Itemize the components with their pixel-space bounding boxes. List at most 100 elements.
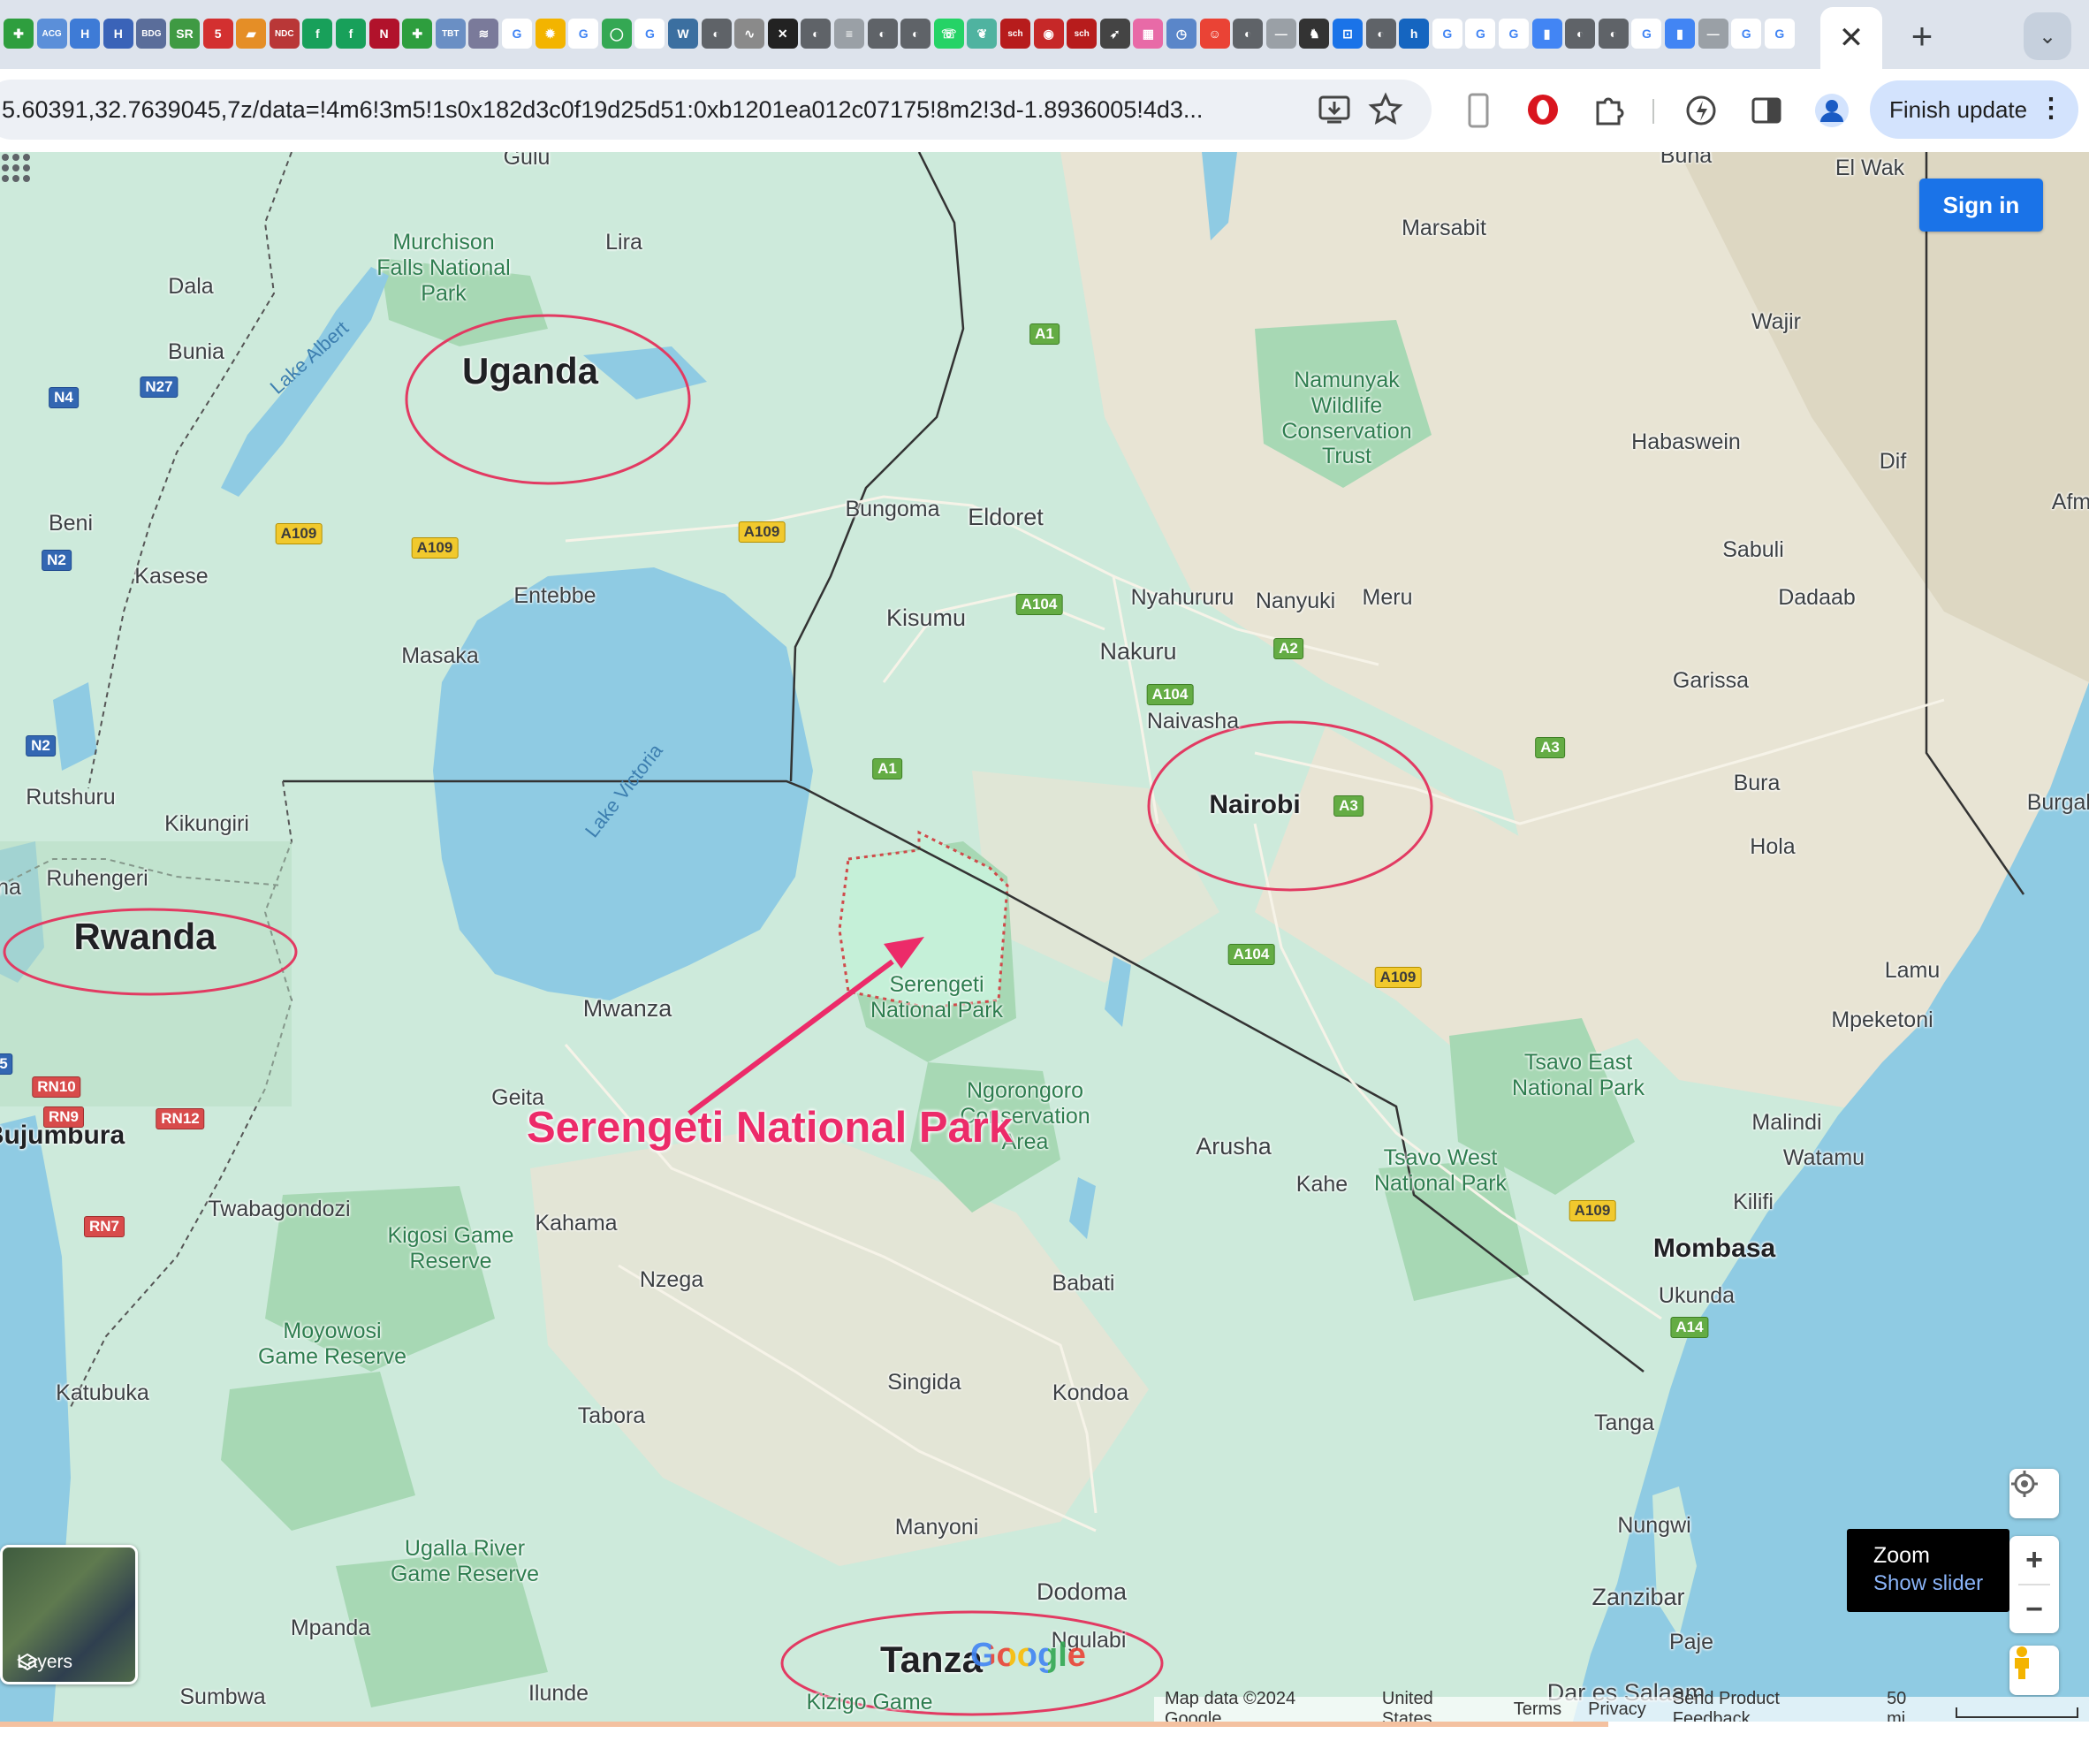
tab-favicon-tbt-icon[interactable]: TBT [435,19,466,49]
tab-favicon-globe7-icon[interactable]: ◐ [1565,19,1596,49]
side-panel-icon[interactable] [1750,94,1783,127]
tab-favicon-ring-icon[interactable]: ◯ [601,19,632,49]
zoom-in-button[interactable]: + [2025,1536,2043,1584]
tab-favicon-g3-icon[interactable]: G [634,19,665,49]
map-label-kisumu[interactable]: Kisumu [886,604,966,632]
tab-favicon-blue2-icon[interactable]: ▮ [1665,19,1695,49]
map-label-beni[interactable]: Beni [49,511,93,536]
map-label-rutshuru[interactable]: Rutshuru [26,785,115,810]
map-label-sumbwa[interactable]: Sumbwa [179,1684,265,1710]
map-label-nakuru[interactable]: Nakuru [1099,638,1176,665]
map-label-hola[interactable]: Hola [1750,834,1795,860]
map-label-kikungiri[interactable]: Kikungiri [164,811,249,837]
scale-label[interactable]: 50 mi [1887,1689,1929,1722]
map-label-tsavo-west[interactable]: Tsavo West National Park [1356,1145,1524,1197]
tab-favicon-x-icon[interactable]: ✕ [767,19,798,49]
map-label-dodoma[interactable]: Dodoma [1037,1578,1127,1606]
map-label-afm[interactable]: Afm [2052,490,2089,515]
tab-favicon-sr-icon[interactable]: SR [170,19,200,49]
map-label-murchison[interactable]: Murchison Falls National Park [368,230,519,306]
kebab-menu-icon[interactable]: ⋮ [2038,93,2064,124]
map-label-tsavo-east[interactable]: Tsavo East National Park [1494,1050,1662,1101]
install-app-icon[interactable] [1317,92,1352,127]
map-label-nungwi[interactable]: Nungwi [1617,1513,1690,1539]
map-label-tanzania[interactable]: Tanza [880,1639,983,1681]
map-label-na[interactable]: na [0,875,21,901]
tab-favicon-clock-icon[interactable]: ◷ [1166,19,1196,49]
tab-search-icon[interactable]: ⌄ [2024,12,2071,60]
map-label-namunyak[interactable]: Namunyak Wildlife Conservation Trust [1267,368,1426,469]
map-label-rwanda[interactable]: Rwanda [73,916,216,958]
tab-favicon-globe2-icon[interactable]: ◐ [801,19,832,49]
map-label-babati[interactable]: Babati [1052,1271,1115,1296]
tab-favicon-globe8-icon[interactable]: ◐ [1598,19,1629,49]
tab-favicon-g4-icon[interactable]: G [1432,19,1462,49]
extensions-puzzle-icon[interactable] [1591,92,1626,127]
tab-favicon-wp-icon[interactable]: W [668,19,698,49]
tab-favicon-horse-icon[interactable]: ♞ [1299,19,1330,49]
close-tab-icon[interactable]: ✕ [1839,20,1865,56]
map-label-meru[interactable]: Meru [1363,585,1413,611]
tab-favicon-globe1-icon[interactable]: ◐ [701,19,732,49]
feedback-link[interactable]: Send Product Feedback [1673,1689,1860,1722]
tab-favicon-plus-green-icon[interactable]: ✚ [4,19,34,49]
map-label-manyoni[interactable]: Manyoni [895,1515,979,1540]
map-label-kondoa[interactable]: Kondoa [1052,1380,1128,1406]
layers-button[interactable]: Layers [0,1545,138,1684]
map-label-ruhengeri[interactable]: Ruhengeri [46,866,148,892]
new-tab-button[interactable]: + [1898,12,1946,60]
map-label-habaswein[interactable]: Habaswein [1631,430,1741,455]
map-label-wajir[interactable]: Wajir [1751,309,1801,335]
tab-favicon-g1-icon[interactable]: G [502,19,532,49]
map-label-lira[interactable]: Lira [605,230,642,255]
address-bar[interactable]: 5.60391,32.7639045,7z/data=!4m6!3m5!1s0x… [0,80,1432,140]
map-label-moyowosi[interactable]: Moyowosi Game Reserve [257,1319,407,1370]
map-label-singida[interactable]: Singida [887,1370,961,1395]
tab-favicon-five-icon[interactable]: 5 [202,19,233,49]
tab-favicon-globe5-icon[interactable]: ◐ [1233,19,1264,49]
map-label-uganda[interactable]: Uganda [462,350,598,392]
tab-favicon-doc-icon[interactable]: ≡ [834,19,864,49]
map-label-serengeti[interactable]: Serengeti National Park [857,972,1016,1023]
tab-favicon-sig-icon[interactable]: ∿ [734,19,765,49]
tab-favicon-g6-icon[interactable]: G [1499,19,1529,49]
map-label-el-wak[interactable]: El Wak [1835,156,1904,181]
map-label-katubuka[interactable]: Katubuka [56,1380,149,1406]
tab-favicon-g2-icon[interactable]: G [568,19,599,49]
map-label-entebbe[interactable]: Entebbe [513,583,596,609]
tab-favicon-globe4-icon[interactable]: ◐ [900,19,931,49]
map-label-ukunda[interactable]: Ukunda [1659,1283,1735,1309]
my-location-button[interactable] [2009,1469,2059,1518]
opera-extension-icon[interactable] [1525,92,1561,127]
tab-favicon-flag-icon[interactable]: ▰ [236,19,267,49]
map-label-masaka[interactable]: Masaka [401,643,479,669]
terms-link[interactable]: Terms [1514,1699,1561,1720]
tab-favicon-schema-icon[interactable]: sch [1000,19,1030,49]
performance-icon[interactable] [1684,94,1718,127]
map-label-marsabit[interactable]: Marsabit [1402,216,1486,241]
map-label-mpanda[interactable]: Mpanda [291,1616,370,1641]
tab-favicon-bdg-icon[interactable]: BDG [136,19,167,49]
map-label-kilifi[interactable]: Kilifi [1733,1190,1774,1215]
map-label-ugalla[interactable]: Ugalla River Game Reserve [381,1536,549,1587]
profile-avatar-icon[interactable] [1813,92,1850,129]
map-label-naivasha[interactable]: Naivasha [1147,709,1239,734]
tab-favicon-face-icon[interactable]: ☺ [1199,19,1230,49]
tab-favicon-acg-icon[interactable]: ACG [36,19,67,49]
map-label-kahama[interactable]: Kahama [535,1211,617,1236]
tab-favicon-f1-icon[interactable]: f [302,19,333,49]
map-label-mwanza[interactable]: Mwanza [583,995,672,1023]
finish-update-button[interactable]: Finish update ⋮ [1870,80,2078,139]
map-label-gulu[interactable]: Gulu [504,152,551,171]
map-label-garissa[interactable]: Garissa [1673,668,1749,694]
tab-favicon-g7-icon[interactable]: G [1631,19,1662,49]
tab-favicon-wave-icon[interactable]: ≋ [468,19,499,49]
url-text[interactable]: 5.60391,32.7639045,7z/data=!4m6!3m5!1s0x… [2,96,1203,124]
tab-favicon-bird-icon[interactable]: ➶ [1099,19,1130,49]
tab-favicon-g5-icon[interactable]: G [1465,19,1496,49]
tab-favicon-globe3-icon[interactable]: ◐ [867,19,898,49]
map-label-nanyuki[interactable]: Nanyuki [1256,589,1335,614]
tab-favicon-line-icon[interactable]: — [1265,19,1296,49]
tab-favicon-f2-icon[interactable]: f [336,19,366,49]
map-label-tanga[interactable]: Tanga [1594,1410,1654,1436]
